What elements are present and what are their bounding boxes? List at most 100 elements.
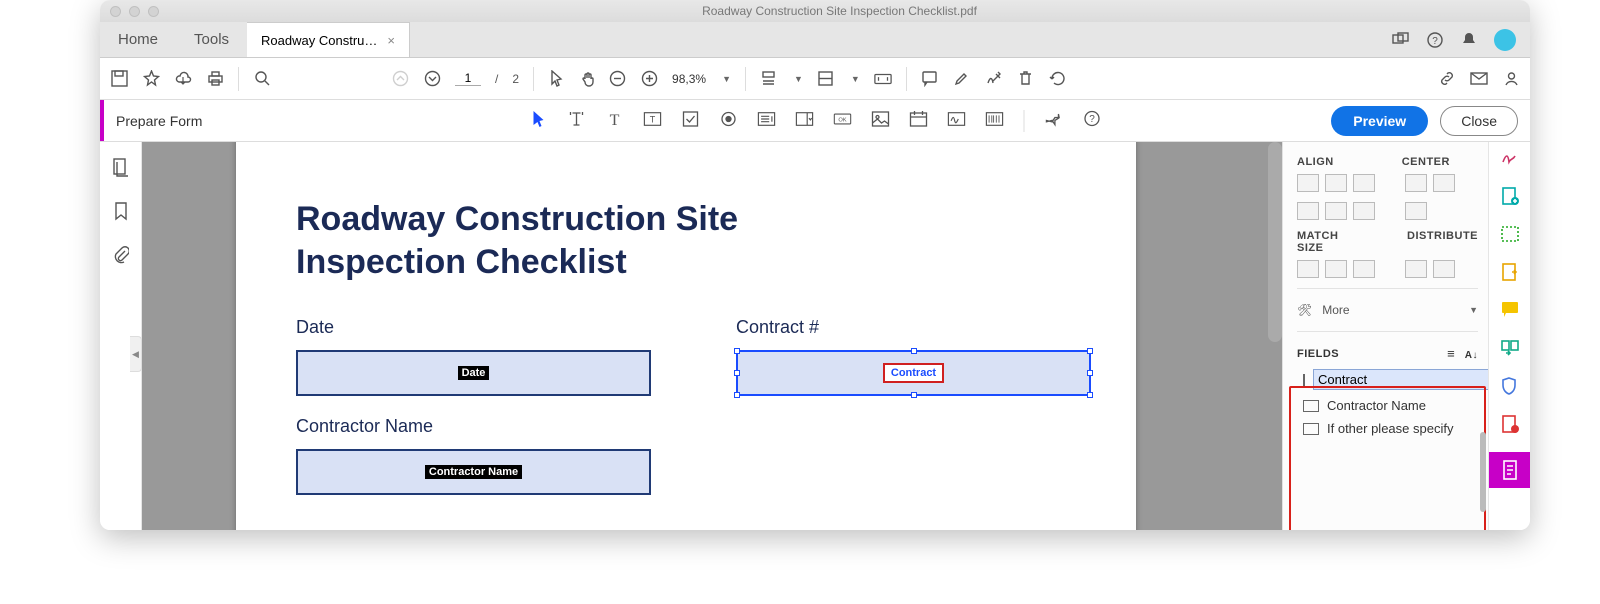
bookmark-panel-icon[interactable]	[112, 202, 130, 220]
zoom-dropdown-icon[interactable]: ▼	[722, 74, 731, 84]
tab-active[interactable]: Roadway Constru… ×	[247, 22, 410, 57]
panel-scrollbar[interactable]	[1480, 432, 1486, 512]
edit-pdf-rail-icon[interactable]	[1500, 224, 1520, 244]
match-height-icon[interactable]	[1325, 260, 1347, 278]
left-rail-collapse-icon[interactable]: ◀	[130, 336, 142, 372]
page-display-icon[interactable]	[817, 70, 835, 88]
sign-rail-icon[interactable]	[1500, 148, 1520, 168]
align-left-icon[interactable]	[1297, 174, 1319, 192]
comment-rail-icon[interactable]	[1500, 300, 1520, 320]
align-bottom-icon[interactable]	[1353, 202, 1375, 220]
dropdown-tool-icon[interactable]	[796, 110, 814, 128]
close-button[interactable]: Close	[1440, 106, 1518, 136]
image-tool-icon[interactable]	[872, 110, 890, 128]
pages-panel-icon[interactable]	[112, 158, 130, 176]
comment-icon[interactable]	[921, 70, 939, 88]
mail-icon[interactable]	[1470, 70, 1488, 88]
canvas[interactable]: Roadway Construction Site Inspection Che…	[142, 142, 1282, 530]
fields-filter-icon[interactable]: ≡	[1447, 346, 1455, 361]
fill-sign-rail-icon[interactable]: i	[1500, 414, 1520, 434]
nav-tools[interactable]: Tools	[176, 22, 247, 57]
cloud-icon[interactable]	[174, 70, 192, 88]
share-screens-icon[interactable]	[1392, 31, 1410, 49]
link-icon[interactable]	[1438, 70, 1456, 88]
rotate-icon[interactable]	[1049, 70, 1067, 88]
export-rail-icon[interactable]	[1500, 262, 1520, 282]
preview-button[interactable]: Preview	[1331, 106, 1428, 136]
match-width-icon[interactable]	[1297, 260, 1319, 278]
signature-tool-icon[interactable]	[948, 110, 966, 128]
fields-item-contractor[interactable]: Contractor Name	[1297, 394, 1478, 417]
fields-item-other[interactable]: If other please specify	[1297, 417, 1478, 440]
page-down-icon[interactable]	[423, 70, 441, 88]
fields-item-contract[interactable]	[1297, 365, 1478, 394]
create-pdf-rail-icon[interactable]	[1500, 186, 1520, 206]
date-tag: Date	[458, 366, 490, 380]
field-name-input[interactable]	[1313, 369, 1488, 390]
zoom-in-icon[interactable]	[640, 70, 658, 88]
canvas-scrollbar[interactable]	[1268, 142, 1282, 342]
barcode-tool-icon[interactable]	[986, 110, 1004, 128]
maximize-window-icon[interactable]	[148, 6, 159, 17]
text-field-icon	[1303, 374, 1305, 386]
align-center-icon[interactable]	[1325, 174, 1347, 192]
sign-icon[interactable]	[985, 70, 1003, 88]
text-tool-icon[interactable]: T	[606, 110, 624, 128]
account-icon[interactable]	[1502, 70, 1520, 88]
date-field[interactable]: Date	[296, 350, 651, 396]
distribute-h-icon[interactable]	[1405, 260, 1427, 278]
match-both-icon[interactable]	[1353, 260, 1375, 278]
help-tool-icon[interactable]: ?	[1083, 110, 1101, 128]
textbox-tool-icon[interactable]: T	[644, 110, 662, 128]
distribute-v-icon[interactable]	[1433, 260, 1455, 278]
contract-field[interactable]: Contract	[736, 350, 1091, 396]
nav-home[interactable]: Home	[100, 22, 176, 57]
zoom-out-icon[interactable]	[608, 70, 626, 88]
page-current-input[interactable]	[455, 71, 481, 86]
align-right-icon[interactable]	[1353, 174, 1375, 192]
align-middle-icon[interactable]	[1325, 202, 1347, 220]
bell-icon[interactable]	[1460, 31, 1478, 49]
fields-sort-icon[interactable]: A↓	[1465, 350, 1478, 361]
contractor-field[interactable]: Contractor Name	[296, 449, 651, 495]
center-both-icon[interactable]	[1405, 202, 1427, 220]
date-tool-icon[interactable]	[910, 110, 928, 128]
help-icon[interactable]: ?	[1426, 31, 1444, 49]
delete-icon[interactable]	[1017, 70, 1035, 88]
fit-width-icon[interactable]	[760, 70, 778, 88]
star-icon[interactable]	[142, 70, 160, 88]
list-tool-icon[interactable]	[758, 110, 776, 128]
contractor-tag: Contractor Name	[425, 465, 522, 479]
text-field-tool-icon[interactable]	[568, 110, 586, 128]
more-menu[interactable]: 🛠 More ▼	[1297, 299, 1478, 321]
protect-rail-icon[interactable]	[1500, 376, 1520, 396]
prepare-form-rail-icon[interactable]	[1489, 452, 1531, 488]
hand-icon[interactable]	[580, 70, 598, 88]
highlight-icon[interactable]	[953, 70, 971, 88]
read-mode-icon[interactable]	[874, 70, 892, 88]
close-window-icon[interactable]	[110, 6, 121, 17]
button-tool-icon[interactable]: OK	[834, 110, 852, 128]
checkbox-tool-icon[interactable]	[682, 110, 700, 128]
minimize-window-icon[interactable]	[129, 6, 140, 17]
save-icon[interactable]	[110, 70, 128, 88]
attachment-panel-icon[interactable]	[112, 246, 130, 264]
zoom-value: 98,3%	[672, 72, 706, 86]
center-v-icon[interactable]	[1433, 174, 1455, 192]
distribute-heading: DISTRIBUTE	[1407, 230, 1478, 254]
tab-close-icon[interactable]: ×	[387, 33, 395, 48]
select-tool-icon[interactable]	[530, 110, 548, 128]
radio-tool-icon[interactable]	[720, 110, 738, 128]
center-h-icon[interactable]	[1405, 174, 1427, 192]
search-icon[interactable]	[253, 70, 271, 88]
page-up-icon[interactable]	[391, 70, 409, 88]
pointer-icon[interactable]	[548, 70, 566, 88]
display-dropdown-icon[interactable]: ▼	[851, 74, 860, 84]
contractor-label: Contractor Name	[296, 416, 656, 437]
align-top-icon[interactable]	[1297, 202, 1319, 220]
pin-icon[interactable]	[1045, 110, 1063, 128]
fit-dropdown-icon[interactable]: ▼	[794, 74, 803, 84]
avatar[interactable]	[1494, 29, 1516, 51]
organize-rail-icon[interactable]	[1500, 338, 1520, 358]
print-icon[interactable]	[206, 70, 224, 88]
